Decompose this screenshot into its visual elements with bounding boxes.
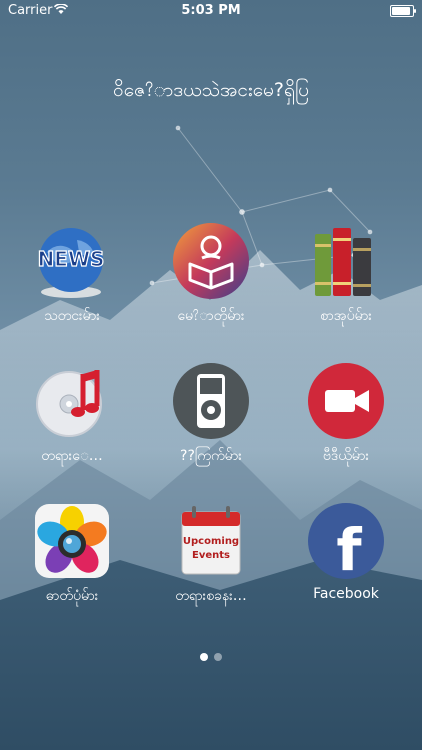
facebook-icon: f bbox=[307, 502, 385, 584]
app-label: ဗီဒီယိုမ်ား bbox=[322, 448, 370, 464]
app-label: သတငးမ်ား bbox=[44, 308, 100, 324]
events-line1: Upcoming bbox=[183, 536, 239, 547]
ipod-icon bbox=[172, 362, 250, 440]
app-label: စာအုပ်မ်ား bbox=[320, 308, 372, 324]
books-icon bbox=[307, 222, 385, 300]
page-dot-active[interactable] bbox=[200, 653, 208, 661]
app-label: ဓာတ်ပုံမ်ား bbox=[45, 588, 99, 604]
video-camera-icon bbox=[307, 362, 385, 440]
music-cd-icon bbox=[33, 362, 111, 440]
app-audio[interactable]: ??ကြက်မ်ား bbox=[156, 362, 266, 467]
events-line2: Events bbox=[192, 550, 230, 561]
app-books[interactable]: စာအုပ်မ်ား bbox=[291, 222, 401, 327]
app-label: Facebook bbox=[313, 586, 379, 602]
app-stories[interactable]: မေ?ာတိုမ်ား bbox=[156, 222, 266, 327]
battery-icon bbox=[390, 5, 416, 17]
clock: 5:03 PM bbox=[181, 3, 241, 18]
app-news[interactable]: NEWS သတငးမ်ား bbox=[17, 222, 127, 327]
app-dhamma-talks[interactable]: တရားေ… bbox=[17, 362, 127, 467]
app-facebook[interactable]: f Facebook bbox=[291, 502, 401, 602]
status-bar: Carrier 5:03 PM bbox=[0, 0, 422, 22]
news-text: NEWS bbox=[38, 247, 105, 271]
page-dot-inactive[interactable] bbox=[214, 653, 222, 661]
app-label: မေ?ာတိုမ်ား bbox=[177, 308, 245, 324]
app-photos[interactable]: ဓာတ်ပုံမ်ား bbox=[17, 502, 127, 607]
upcoming-events-calendar-icon: Upcoming Events bbox=[172, 502, 250, 580]
app-videos[interactable]: ဗီဒီယိုမ်ား bbox=[291, 362, 401, 467]
facebook-letter: f bbox=[336, 516, 362, 580]
reading-person-icon bbox=[172, 222, 250, 300]
news-globe-icon: NEWS bbox=[33, 222, 111, 300]
app-label: တရားေ… bbox=[41, 448, 103, 464]
app-label: တရားစခနး… bbox=[175, 588, 247, 604]
app-events[interactable]: Upcoming Events တရားစခနး… bbox=[156, 502, 266, 607]
app-label: ??ကြက်မ်ား bbox=[180, 448, 242, 464]
photo-flower-icon bbox=[33, 502, 111, 580]
page-title: ဝိဇေ?ာဒယသဲအငးမေ?ရှိပြ bbox=[113, 79, 309, 101]
page-indicator[interactable] bbox=[0, 646, 422, 665]
